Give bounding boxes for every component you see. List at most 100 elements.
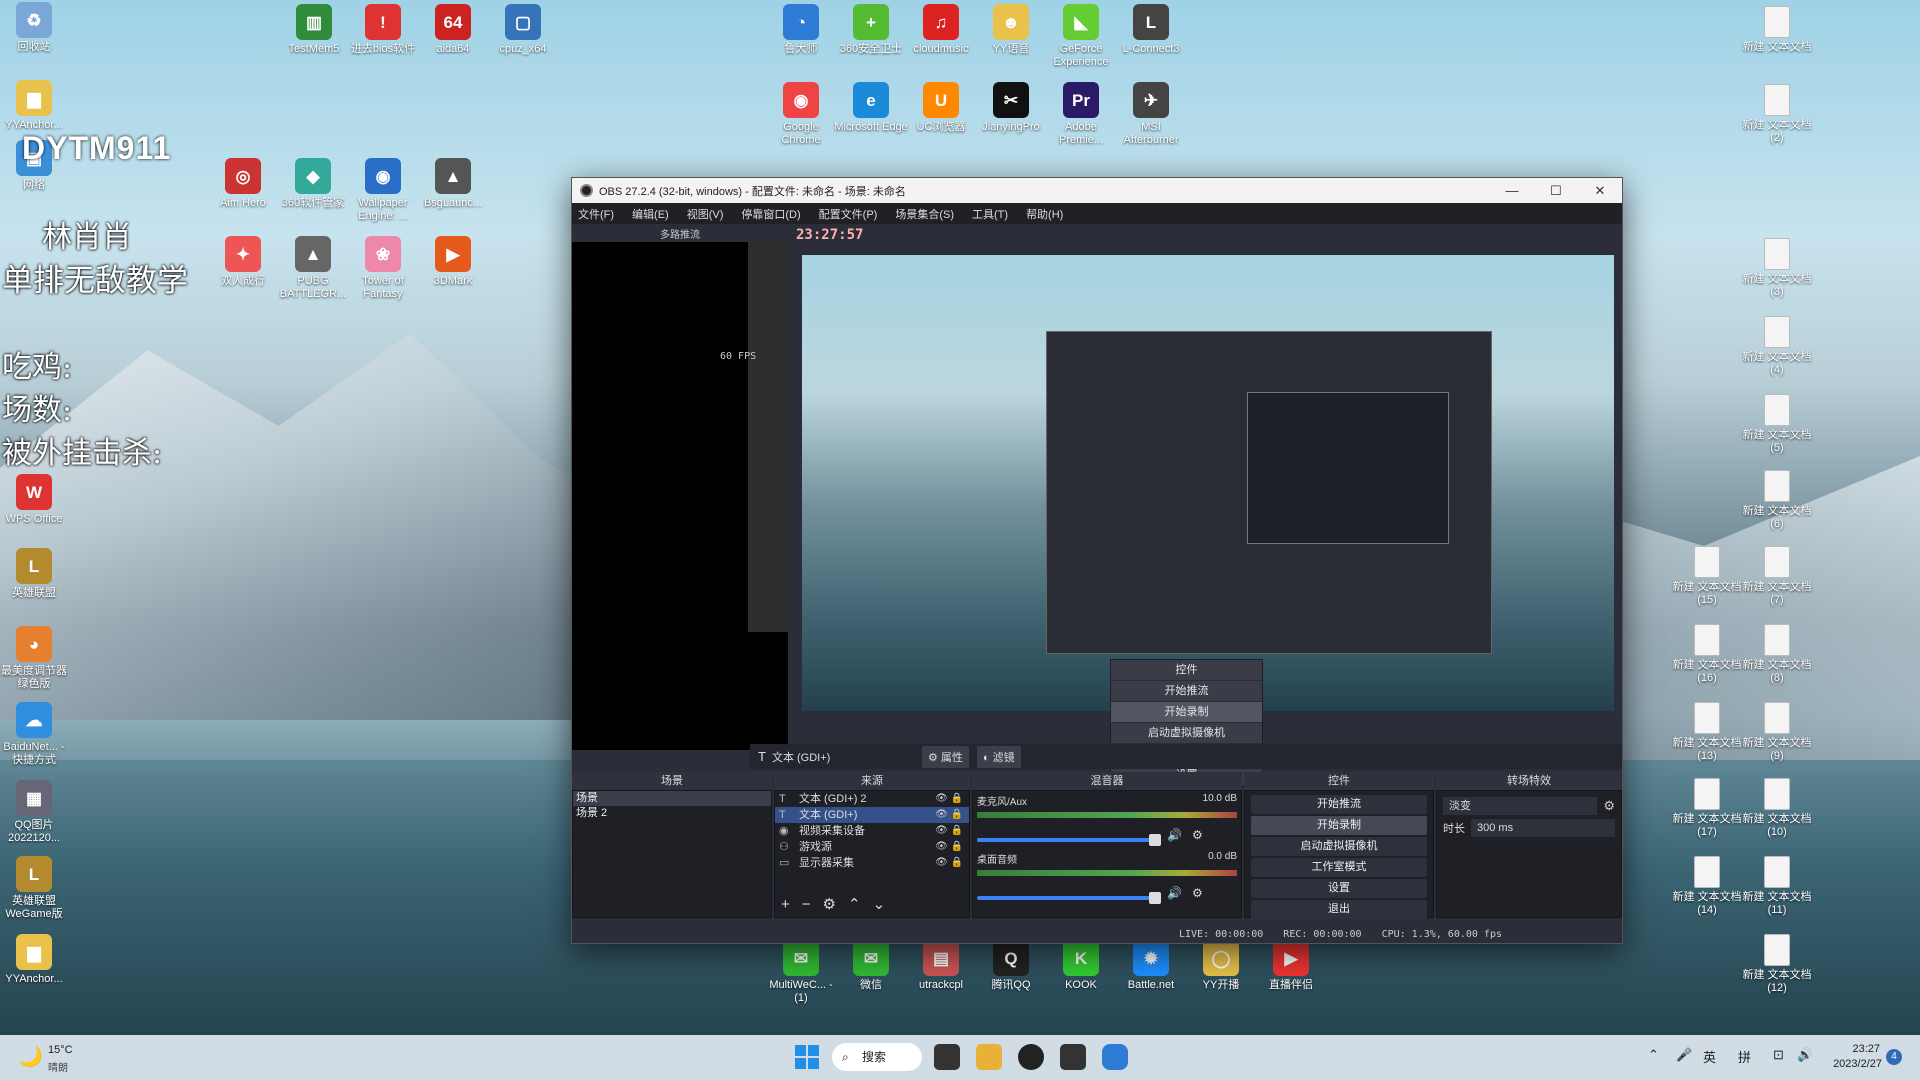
desktop-icon[interactable]: ▶ 直播伴侣: [1254, 940, 1328, 992]
desktop-icon[interactable]: Pr Adobe Premie...: [1044, 82, 1118, 147]
desktop-icon[interactable]: ◎ Aim Hero: [206, 158, 280, 210]
source-settings-icon[interactable]: ⚙: [823, 895, 836, 913]
duration-input[interactable]: 300 ms: [1471, 819, 1615, 837]
notification-badge[interactable]: 4: [1886, 1049, 1902, 1065]
source-row[interactable]: ⚇ 游戏源 👁 🔒: [775, 839, 969, 855]
clock-time[interactable]: 23:27: [1828, 1043, 1880, 1055]
desktop-icon[interactable]: ▢ cpuz_x64: [486, 4, 560, 56]
minimize-icon[interactable]: —: [1490, 178, 1534, 203]
kook-taskbar-icon[interactable]: [1102, 1044, 1128, 1070]
maximize-icon[interactable]: ☐: [1534, 178, 1578, 203]
desktop-icon[interactable]: ▲ BsgLaunc...: [416, 158, 490, 210]
desktop-icon[interactable]: ◯ YY开播: [1184, 940, 1258, 992]
desktop-icon[interactable]: 新建 文本文档: [1740, 6, 1814, 54]
desktop-icon[interactable]: 64 aida64: [416, 4, 490, 56]
menu-item[interactable]: 工具(T): [972, 206, 1008, 222]
desktop-icon[interactable]: 新建 文本文档 (11): [1740, 856, 1814, 917]
control-button[interactable]: 工作室模式: [1251, 858, 1427, 877]
desktop-icon[interactable]: 新建 文本文档 (8): [1740, 624, 1814, 685]
volume-icon[interactable]: 🔊: [1797, 1047, 1813, 1063]
properties-button[interactable]: ⚙ 属性: [921, 745, 969, 768]
desktop-icon[interactable]: ✂ JianyingPro: [974, 82, 1048, 134]
gear-icon[interactable]: ⚙: [1192, 886, 1203, 900]
desktop-icon[interactable]: W WPS Office: [0, 474, 71, 526]
control-button[interactable]: 开始推流: [1251, 795, 1427, 814]
desktop-icon[interactable]: ◉ Wallpaper Engine: ...: [346, 158, 420, 223]
desktop-icon[interactable]: ♫ cloudmusic: [904, 4, 978, 56]
obs-titlebar[interactable]: OBS 27.2.4 (32-bit, windows) - 配置文件: 未命名…: [572, 178, 1622, 203]
menu-item[interactable]: 文件(F): [578, 206, 614, 222]
menu-item[interactable]: 配置文件(P): [819, 206, 878, 222]
move-down-icon[interactable]: ⌄: [873, 895, 886, 913]
control-button[interactable]: 设置: [1251, 879, 1427, 898]
ime-mode[interactable]: 拼: [1738, 1047, 1751, 1066]
program-preview[interactable]: [802, 255, 1614, 711]
desktop-icon[interactable]: ▲ PUBG BATTLEGR...: [276, 236, 350, 301]
volume-slider[interactable]: [977, 892, 1161, 904]
control-button[interactable]: 退出: [1251, 900, 1427, 919]
remove-source-icon[interactable]: −: [802, 896, 811, 913]
file-explorer-icon[interactable]: [976, 1044, 1002, 1070]
obs-taskbar-icon[interactable]: [1018, 1044, 1044, 1070]
desktop-icon[interactable]: ▦ QQ图片2022120...: [0, 780, 71, 845]
desktop-icon[interactable]: 新建 文本文档 (3): [1740, 238, 1814, 299]
desktop-icon[interactable]: ☻ YY语音: [974, 4, 1048, 56]
speaker-icon[interactable]: 🔊: [1167, 828, 1182, 842]
desktop-icon[interactable]: ▤ utrackcpl: [904, 940, 978, 992]
volume-slider-knob[interactable]: [1149, 892, 1161, 904]
visibility-lock-icons[interactable]: 👁 🔒: [935, 839, 963, 855]
volume-slider[interactable]: [977, 834, 1161, 846]
desktop-icon[interactable]: ☁ BaiduNet... - 快捷方式: [0, 702, 71, 767]
desktop-icon[interactable]: 新建 文本文档 (6): [1740, 470, 1814, 531]
desktop-icon[interactable]: ◉ Google Chrome: [764, 82, 838, 147]
source-row[interactable]: T 文本 (GDI+) 2 👁 🔒: [775, 791, 969, 807]
context-menu-item[interactable]: 开始录制: [1111, 702, 1262, 723]
desktop-icon[interactable]: L L-Connect3: [1114, 4, 1188, 56]
visibility-lock-icons[interactable]: 👁 🔒: [935, 855, 963, 871]
desktop-icon[interactable]: ▶ 3DMark: [416, 236, 490, 288]
network-icon[interactable]: ⊡: [1773, 1047, 1784, 1063]
visibility-lock-icons[interactable]: 👁 🔒: [935, 807, 963, 823]
microphone-icon[interactable]: 🎤: [1676, 1047, 1692, 1063]
move-up-icon[interactable]: ⌃: [848, 895, 861, 913]
chevron-up-icon[interactable]: ⌃: [1648, 1047, 1659, 1063]
weather-icon[interactable]: 🌙: [18, 1044, 43, 1069]
desktop-icon[interactable]: ◔ 鲁大师: [764, 4, 838, 56]
desktop-icon[interactable]: ✉ 微信: [834, 940, 908, 992]
menu-item[interactable]: 帮助(H): [1026, 206, 1063, 222]
desktop-icon[interactable]: ◕ 最美度调节器绿色版: [0, 626, 71, 691]
desktop-icon[interactable]: 新建 文本文档 (2): [1740, 84, 1814, 145]
ime-lang[interactable]: 英: [1703, 1047, 1716, 1066]
desktop-icon[interactable]: ✈ MSI Afterburner: [1114, 82, 1188, 147]
desktop-icon[interactable]: ◣ GeForce Experience: [1044, 4, 1118, 69]
visibility-lock-icons[interactable]: 👁 🔒: [935, 823, 963, 839]
desktop-icon[interactable]: 新建 文本文档 (14): [1670, 856, 1744, 917]
desktop-icon[interactable]: K KOOK: [1044, 940, 1118, 992]
desktop-icon[interactable]: 新建 文本文档 (12): [1740, 934, 1814, 995]
source-row[interactable]: ▭ 显示器采集 👁 🔒: [775, 855, 969, 871]
start-icon[interactable]: [795, 1045, 819, 1069]
add-source-icon[interactable]: +: [781, 896, 790, 913]
volume-slider-knob[interactable]: [1149, 834, 1161, 846]
speaker-icon[interactable]: 🔊: [1167, 886, 1182, 900]
context-menu-item[interactable]: 启动虚拟摄像机: [1111, 723, 1262, 744]
desktop-icon[interactable]: Q 腾讯QQ: [974, 940, 1048, 992]
scene-item[interactable]: 场景: [573, 791, 771, 806]
close-icon[interactable]: ✕: [1578, 178, 1622, 203]
filters-button[interactable]: ◐ 滤镜: [976, 745, 1021, 768]
menu-item[interactable]: 视图(V): [687, 206, 724, 222]
desktop-icon[interactable]: 新建 文本文档 (16): [1670, 624, 1744, 685]
desktop-icon[interactable]: 新建 文本文档 (7): [1740, 546, 1814, 607]
desktop-icon[interactable]: 新建 文本文档 (13): [1670, 702, 1744, 763]
gear-icon[interactable]: ⚙: [1192, 828, 1203, 842]
desktop-icon[interactable]: 新建 文本文档 (5): [1740, 394, 1814, 455]
menu-item[interactable]: 编辑(E): [632, 206, 669, 222]
control-button[interactable]: 开始录制: [1251, 816, 1427, 835]
desktop-icon[interactable]: ✹ Battle.net: [1114, 940, 1188, 992]
desktop-icon[interactable]: ♻ 回收站: [0, 2, 71, 54]
search-box[interactable]: ⌕ 搜索: [832, 1043, 922, 1071]
source-row[interactable]: ◉ 视频采集设备 👁 🔒: [775, 823, 969, 839]
desktop-icon[interactable]: ! 进去bios软件: [346, 4, 420, 56]
desktop-icon[interactable]: e Microsoft Edge: [834, 82, 908, 134]
steam-taskbar-icon[interactable]: [1060, 1044, 1086, 1070]
